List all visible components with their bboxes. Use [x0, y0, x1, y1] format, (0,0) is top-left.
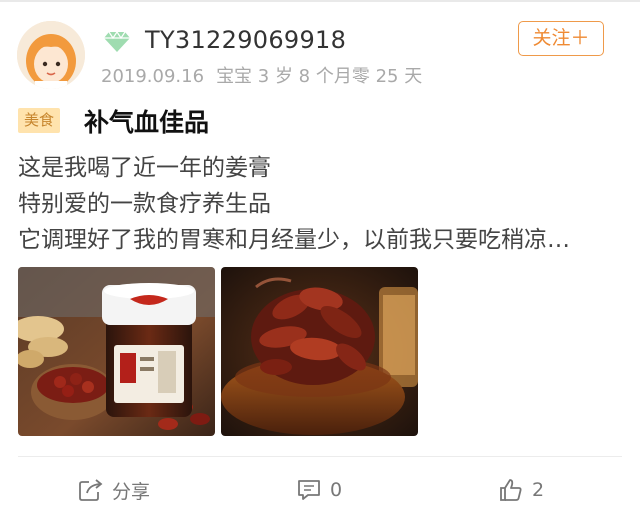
post-image-1[interactable] — [18, 267, 215, 436]
post-image-2[interactable] — [221, 267, 418, 436]
author-username[interactable]: TY31229069918 — [145, 26, 346, 54]
follow-button[interactable]: 关注＋ — [518, 21, 604, 56]
like-count: 2 — [532, 479, 545, 501]
jujube-spoon-photo — [221, 267, 418, 436]
thumbs-up-icon — [500, 479, 522, 501]
share-icon — [79, 479, 103, 501]
green-diamond-icon — [104, 31, 130, 52]
post-title: 补气血佳品 — [84, 108, 210, 137]
share-label: 分享 — [112, 480, 151, 503]
comment-icon — [298, 480, 320, 500]
category-tag[interactable]: 美食 — [18, 108, 61, 133]
post-date: 2019.09.16 — [101, 66, 205, 87]
top-divider — [0, 0, 640, 2]
post-meta: 2019.09.16 宝宝 3 岁 8 个月零 25 天 — [101, 62, 434, 88]
cartoon-girl-avatar-icon — [17, 21, 85, 89]
body-line: 特别爱的一款食疗养生品 — [18, 191, 271, 217]
body-line: 这是我喝了近一年的姜膏 — [18, 155, 271, 181]
action-divider — [18, 456, 622, 457]
avatar[interactable] — [17, 21, 85, 89]
baby-age: 宝宝 3 岁 8 个月零 25 天 — [216, 66, 423, 87]
share-button[interactable]: 分享 — [78, 476, 150, 504]
body-line: 它调理好了我的胃寒和月经量少，以前我只要吃稍凉… — [18, 227, 570, 253]
like-button[interactable]: 2 — [498, 476, 544, 504]
comment-count: 0 — [330, 479, 343, 501]
ginger-paste-jar-photo — [18, 267, 215, 436]
comment-button[interactable]: 0 — [296, 476, 342, 504]
